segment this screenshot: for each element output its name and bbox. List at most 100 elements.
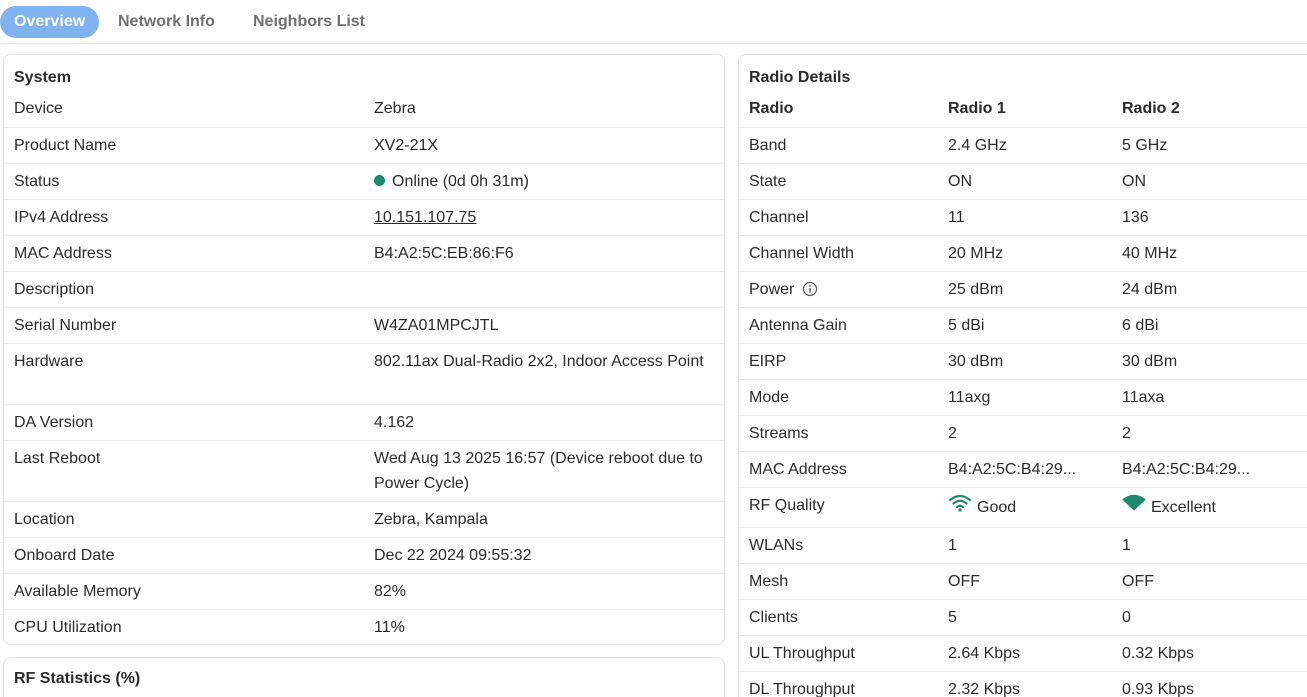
row-label: WLANs — [749, 537, 804, 554]
status-value: Online (0d 0h 31m) — [374, 169, 714, 194]
row-label: Location — [14, 511, 75, 528]
tab-network-info[interactable]: Network Info — [118, 6, 215, 38]
radio-2-value: 1 — [1122, 537, 1131, 554]
row-value: Zebra — [374, 100, 416, 117]
radio-table-header: Radio Radio 1 Radio 2 — [739, 91, 1307, 127]
radio-row-ul-throughput: UL Throughput 2.64 Kbps 0.32 Kbps — [739, 635, 1307, 671]
radio-row-channel: Channel 11 136 — [739, 199, 1307, 235]
radio-row-mode: Mode 11axg 11axa — [739, 379, 1307, 415]
rf-quality-text: Good — [977, 499, 1017, 516]
row-label: State — [749, 173, 787, 190]
radio-1-value: B4:A2:5C:B4:29... — [948, 461, 1077, 478]
radio-row-mac-address: MAC Address B4:A2:5C:B4:29... B4:A2:5C:B… — [739, 451, 1307, 487]
radio-1-value: 5 dBi — [948, 317, 985, 334]
radio-2-value: 0 — [1122, 609, 1131, 626]
radio-1-value: 1 — [948, 537, 957, 554]
radio-row-streams: Streams 2 2 — [739, 415, 1307, 451]
row-label: EIRP — [749, 353, 787, 370]
row-label: Clients — [749, 609, 798, 626]
row-label: Band — [749, 137, 787, 154]
radio-1-value: 11 — [948, 209, 965, 226]
info-icon[interactable] — [802, 280, 818, 297]
row-label: IPv4 Address — [14, 209, 109, 226]
tab-neighbors-list[interactable]: Neighbors List — [253, 6, 365, 38]
radio-2-value: OFF — [1122, 573, 1154, 590]
row-label: Streams — [749, 425, 809, 442]
radio-row-clients: Clients 5 0 — [739, 599, 1307, 635]
wifi-good-icon — [948, 493, 972, 513]
row-value: 82% — [374, 583, 407, 600]
system-row-memory: Available Memory 82% — [4, 573, 724, 609]
row-value: 11% — [374, 619, 405, 636]
system-row-serial: Serial Number W4ZA01MPCJTL — [4, 307, 724, 343]
radio-2-value: 2 — [1122, 425, 1131, 442]
row-label: Channel Width — [749, 245, 854, 262]
row-label: Description — [14, 281, 95, 298]
row-value: Wed Aug 13 2025 16:57 (Device reboot due… — [374, 450, 703, 492]
radio-row-eirp: EIRP 30 dBm 30 dBm — [739, 343, 1307, 379]
row-label: RF Quality — [749, 497, 825, 514]
system-row-hardware: Hardware 802.11ax Dual-Radio 2x2, Indoor… — [4, 343, 724, 404]
status-text: Online (0d 0h 31m) — [392, 173, 529, 190]
radio-row-mesh: Mesh OFF OFF — [739, 563, 1307, 599]
radio-2-value: ON — [1122, 173, 1146, 190]
row-label: Power — [749, 281, 795, 298]
radio-2-value: B4:A2:5C:B4:29... — [1122, 461, 1251, 478]
row-label: Available Memory — [14, 583, 141, 600]
system-title: System — [14, 69, 71, 86]
system-row-product-name: Product Name XV2-21X — [4, 127, 724, 163]
row-label: DA Version — [14, 414, 94, 431]
power-label-wrap: Power — [749, 277, 818, 302]
row-label: MAC Address — [749, 461, 847, 478]
radio-2-value: 6 dBi — [1122, 317, 1159, 334]
radio-row-power: Power 25 dBm 24 dBm — [739, 271, 1307, 307]
radio-1-value: 20 MHz — [948, 245, 1004, 262]
row-value: Zebra, Kampala — [374, 511, 488, 528]
system-row-status: Status Online (0d 0h 31m) — [4, 163, 724, 199]
system-row-last-reboot: Last Reboot Wed Aug 13 2025 16:57 (Devic… — [4, 440, 724, 501]
radio-2-value: 24 dBm — [1122, 281, 1178, 298]
row-value: Dec 22 2024 09:55:32 — [374, 547, 532, 564]
radio-2-value: 40 MHz — [1122, 245, 1178, 262]
radio-1-value: 2.32 Kbps — [948, 681, 1021, 697]
tab-overview[interactable]: Overview — [0, 6, 100, 38]
radio-2-value: 5 GHz — [1122, 137, 1168, 154]
system-row-description: Description — [4, 271, 724, 307]
system-row-onboard-date: Onboard Date Dec 22 2024 09:55:32 — [4, 537, 724, 573]
row-label: Last Reboot — [14, 450, 101, 467]
ipv4-address-link[interactable]: 10.151.107.75 — [374, 209, 476, 226]
row-value: 802.11ax Dual-Radio 2x2, Indoor Access P… — [374, 353, 704, 370]
radio-details-card: Radio Details Radio Radio 1 Radio 2 Band… — [738, 54, 1307, 697]
row-label: Device — [14, 100, 63, 117]
radio-1-value: 5 — [948, 609, 957, 626]
radio-1-value: 30 dBm — [948, 353, 1004, 370]
radio-1-value: 11axg — [948, 389, 991, 406]
row-label: Onboard Date — [14, 547, 115, 564]
status-online-icon — [374, 175, 385, 186]
radio-1-value: 2.64 Kbps — [948, 645, 1021, 662]
tab-bar: Overview Network Info Neighbors List — [0, 0, 1307, 44]
radio-row-antenna-gain: Antenna Gain 5 dBi 6 dBi — [739, 307, 1307, 343]
radio-row-state: State ON ON — [739, 163, 1307, 199]
row-label: Hardware — [14, 353, 84, 370]
row-label: MAC Address — [14, 245, 112, 262]
radio-1-value: OFF — [948, 573, 980, 590]
radio-2-value: 30 dBm — [1122, 353, 1178, 370]
row-value: XV2-21X — [374, 137, 439, 154]
radio-1-value: 2 — [948, 425, 957, 442]
radio-2-value: 136 — [1122, 209, 1149, 226]
row-label: CPU Utilization — [14, 619, 122, 636]
row-label: Mode — [749, 389, 790, 406]
header-radio-2: Radio 2 — [1122, 100, 1180, 117]
system-row-mac: MAC Address B4:A2:5C:EB:86:F6 — [4, 235, 724, 271]
radio-1-value: 25 dBm — [948, 281, 1004, 298]
row-label: Serial Number — [14, 317, 117, 334]
system-row-ipv4: IPv4 Address 10.151.107.75 — [4, 199, 724, 235]
row-label: DL Throughput — [749, 681, 855, 697]
row-label: Channel — [749, 209, 809, 226]
row-label: Status — [14, 173, 60, 190]
system-row-da-version: DA Version 4.162 — [4, 404, 724, 440]
rf-quality-radio-1: Good — [948, 493, 1016, 520]
row-value: B4:A2:5C:EB:86:F6 — [374, 245, 514, 262]
row-label: Antenna Gain — [749, 317, 847, 334]
